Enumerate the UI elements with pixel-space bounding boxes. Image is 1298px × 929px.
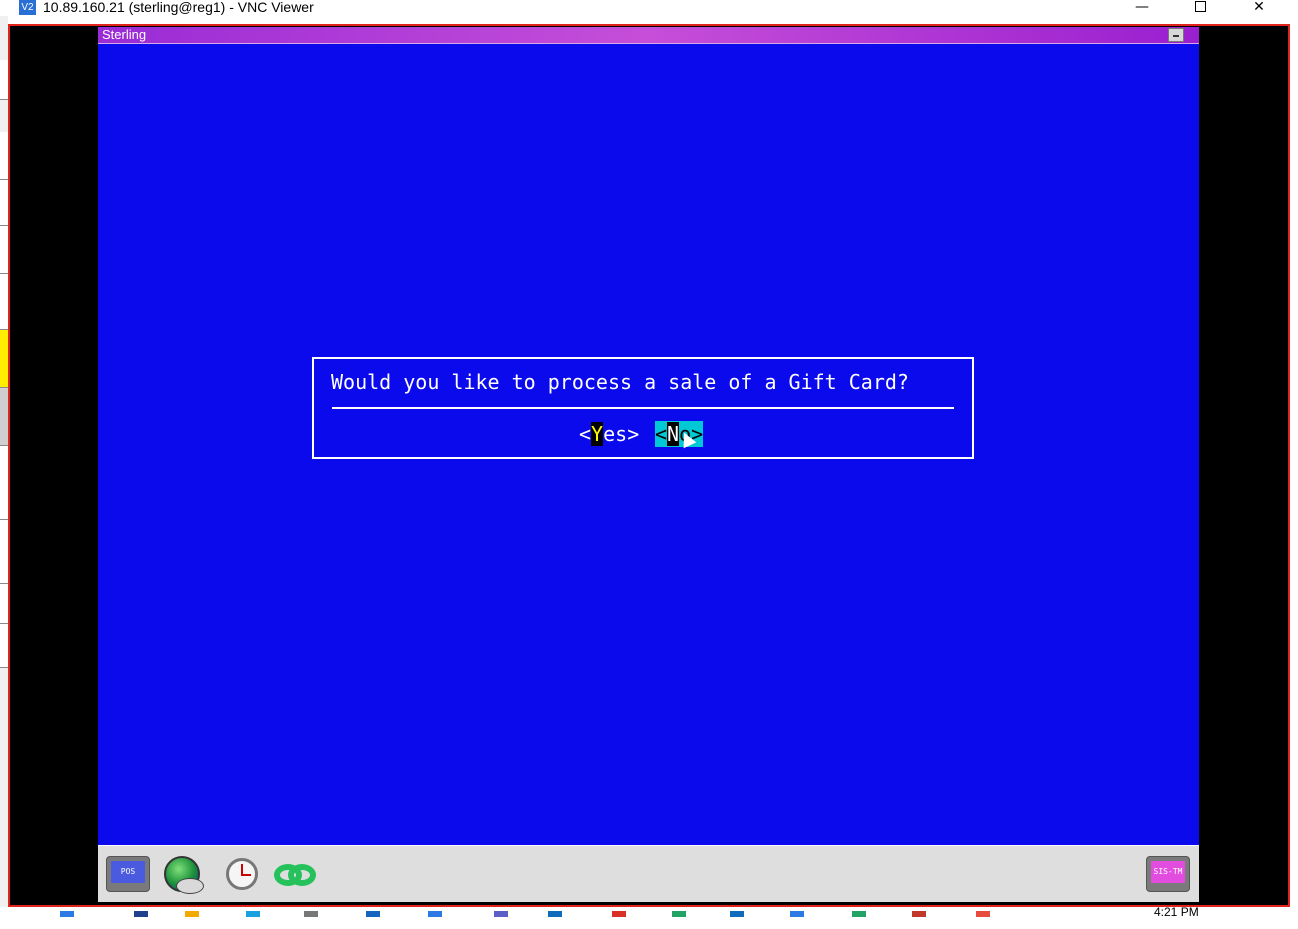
- maximize-icon: [1194, 1, 1206, 12]
- background-row: [0, 388, 8, 446]
- taskbar-app-icon[interactable]: [912, 911, 926, 917]
- background-row: [0, 520, 8, 584]
- taskbar-app-icon[interactable]: [366, 911, 380, 917]
- sync-icon[interactable]: [274, 856, 318, 894]
- background-row: [0, 274, 8, 330]
- vnc-window-title: 10.89.160.21 (sterling@reg1) - VNC Viewe…: [43, 0, 314, 15]
- gift-card-dialog: Would you like to process a sale of a Gi…: [312, 357, 974, 459]
- taskbar-app-icon[interactable]: [134, 911, 148, 917]
- taskbar-app-icon[interactable]: [612, 911, 626, 917]
- background-row: [0, 132, 8, 180]
- sterling-minimize-button[interactable]: [1168, 28, 1184, 42]
- taskbar-app-icon[interactable]: [790, 911, 804, 917]
- vnc-titlebar: V2 10.89.160.21 (sterling@reg1) - VNC Vi…: [0, 0, 1298, 16]
- pos-label: POS: [111, 861, 145, 883]
- vnc-app-icon: V2: [19, 0, 36, 15]
- maximize-button[interactable]: [1180, 0, 1220, 16]
- taskbar-app-icon[interactable]: [246, 911, 260, 917]
- clock-icon[interactable]: [224, 856, 268, 894]
- background-app-edge: [0, 16, 8, 916]
- yes-open-bracket: <: [579, 422, 592, 446]
- yes-button[interactable]: <Yes>: [579, 421, 639, 447]
- dialog-divider: [332, 407, 954, 409]
- background-row: [0, 624, 8, 668]
- taskbar-app-icon[interactable]: [60, 911, 74, 917]
- no-hotkey: N: [667, 422, 680, 446]
- globe-mouse-icon[interactable]: [162, 856, 206, 894]
- taskbar-app-icon[interactable]: [185, 911, 199, 917]
- taskbar-app-icon[interactable]: [428, 911, 442, 917]
- background-row: [0, 180, 8, 226]
- background-row: [0, 446, 8, 520]
- host-taskbar: 4:21 PM: [0, 905, 1298, 929]
- minimize-button[interactable]: —: [1122, 0, 1162, 16]
- yes-close-bracket: >: [627, 422, 640, 446]
- taskbar-app-icon[interactable]: [494, 911, 508, 917]
- background-row-highlighted: [0, 330, 8, 388]
- sis-label: SIS-TM: [1151, 861, 1185, 883]
- system-clock[interactable]: 4:21 PM: [1154, 905, 1199, 919]
- yes-label-rest: es: [603, 422, 628, 446]
- dialog-question: Would you like to process a sale of a Gi…: [331, 370, 909, 394]
- taskbar-app-icon[interactable]: [672, 911, 686, 917]
- no-open-bracket: <: [655, 422, 668, 446]
- sterling-window: Sterling Would you like to process a sal…: [98, 27, 1199, 902]
- sis-terminal-icon[interactable]: SIS-TM: [1146, 856, 1190, 894]
- taskbar-app-icon[interactable]: [852, 911, 866, 917]
- background-row: [0, 60, 8, 100]
- sterling-titlebar: Sterling: [98, 27, 1199, 44]
- taskbar-app-icon[interactable]: [304, 911, 318, 917]
- background-row: [0, 226, 8, 274]
- yes-hotkey: Y: [591, 422, 604, 446]
- taskbar-app-icon[interactable]: [548, 911, 562, 917]
- background-row: [0, 584, 8, 624]
- sterling-title: Sterling: [102, 27, 147, 42]
- close-button[interactable]: ✕: [1239, 0, 1279, 16]
- pos-terminal-icon[interactable]: POS: [106, 856, 150, 894]
- taskbar-app-icon[interactable]: [976, 911, 990, 917]
- taskbar-app-icon[interactable]: [730, 911, 744, 917]
- sterling-taskbar: POS SIS-TM: [98, 845, 1199, 902]
